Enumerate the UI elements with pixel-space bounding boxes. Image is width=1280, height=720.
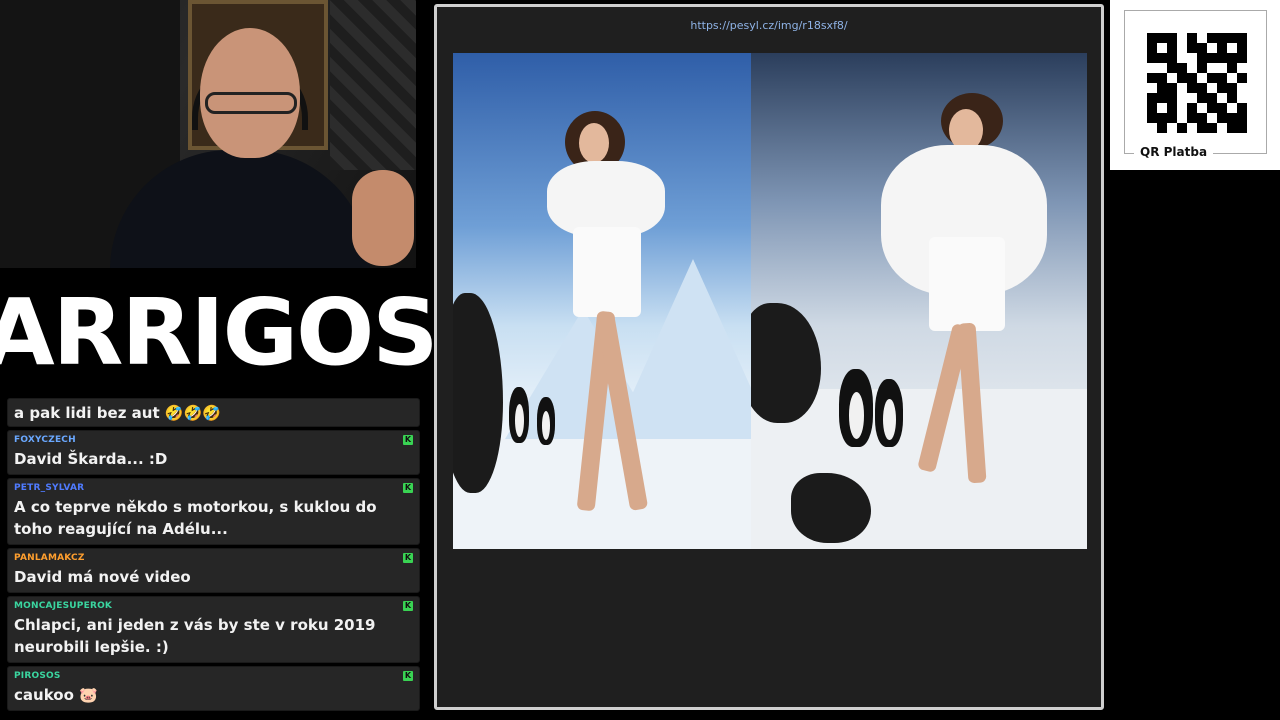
knit-dress [929, 237, 1005, 331]
chat-message: MONCAJESUPEROK Chlapci, ani jeden z vás … [7, 596, 420, 663]
chat-message: PANLAMAKCZ David má nové video K [7, 548, 420, 593]
acoustic-foam [330, 0, 416, 170]
chat-overlay: a pak lidi bez aut 🤣🤣🤣 FOXYCZECH David Š… [7, 398, 420, 714]
chat-message: PIROSOS caukoo 🐷 K [7, 666, 420, 711]
penguin [839, 369, 873, 447]
image-url[interactable]: https://pesyl.cz/img/r18sxf8/ [437, 19, 1101, 32]
chat-username: PANLAMAKCZ [14, 553, 85, 563]
chat-username: PIROSOS [14, 671, 61, 681]
chat-message-text: David Škarda... :D [14, 450, 168, 468]
penguin [875, 379, 903, 447]
knit-top [547, 161, 665, 237]
qr-code-icon[interactable] [1147, 33, 1247, 133]
chat-message-text: David má nové video [14, 568, 191, 586]
chat-message-text: a pak lidi bez aut 🤣🤣🤣 [14, 404, 221, 422]
kick-badge-icon: K [403, 435, 413, 445]
webcam-feed [0, 0, 416, 268]
kick-badge-icon: K [403, 601, 413, 611]
channel-logo: ARRIGOS [0, 278, 439, 386]
rock [751, 303, 821, 423]
penguin [537, 397, 555, 445]
penguin [509, 387, 529, 443]
model-face [579, 123, 609, 163]
chat-message: FOXYCZECH David Škarda... :D K [7, 430, 420, 475]
fashion-image-left[interactable] [453, 53, 751, 549]
kick-badge-icon: K [403, 483, 413, 493]
streamer-hand [352, 170, 414, 266]
fashion-image-right[interactable] [751, 53, 1087, 549]
chat-message-text: caukoo 🐷 [14, 686, 98, 704]
qr-card [1124, 10, 1267, 154]
chat-message: PETR_SYLVAR A co teprve někdo s motorkou… [7, 478, 420, 545]
qr-payment-widget: QR Platba [1110, 0, 1280, 170]
kick-badge-icon: K [403, 553, 413, 563]
kick-badge-icon: K [403, 671, 413, 681]
chat-username: PETR_SYLVAR [14, 483, 85, 493]
white-skirt [573, 227, 641, 317]
chat-username: MONCAJESUPEROK [14, 601, 113, 611]
glasses [205, 92, 297, 114]
chat-username: FOXYCZECH [14, 435, 76, 445]
chat-message-text: Chlapci, ani jeden z vás by ste v roku 2… [14, 616, 376, 656]
chat-message: a pak lidi bez aut 🤣🤣🤣 [7, 398, 420, 427]
chat-message-text: A co teprve někdo s motorkou, s kuklou d… [14, 498, 377, 538]
qr-label: QR Platba [1134, 145, 1214, 159]
image-viewer-window: https://pesyl.cz/img/r18sxf8/ [434, 4, 1104, 710]
